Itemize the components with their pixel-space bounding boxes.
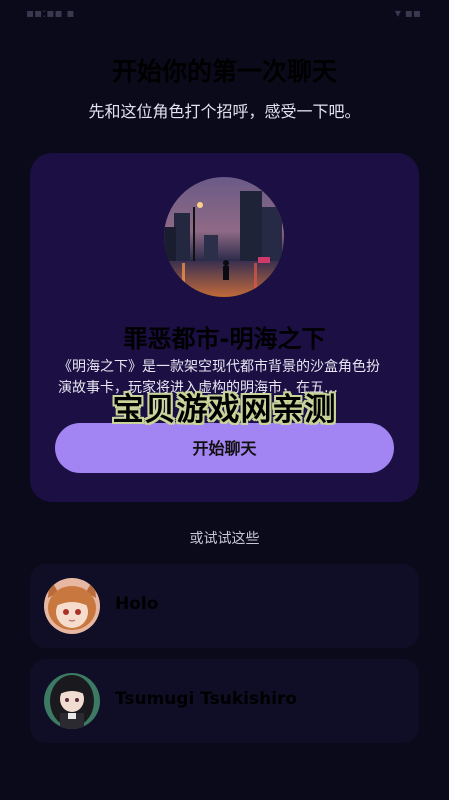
- status-icons: ▾ ▪▪: [394, 6, 421, 20]
- character-row-holo[interactable]: Holo: [30, 564, 419, 648]
- status-bar: ▪▪:▪▪ ▪ ▾ ▪▪: [0, 0, 449, 30]
- suggestions-label: 或试试这些: [189, 531, 260, 547]
- character-name: Holo: [115, 594, 159, 614]
- character-name: Tsumugi Tsukishiro: [115, 689, 298, 709]
- start-chat-button[interactable]: 开始聊天: [55, 423, 394, 473]
- featured-character-card: 罪恶都市-明海之下 《明海之下》是一款架空现代都市背景的沙盒角色扮演故事卡，玩家…: [30, 153, 419, 502]
- watermark-text: 宝贝游戏网亲测: [112, 392, 337, 428]
- featured-character-title: 罪恶都市-明海之下: [123, 325, 326, 353]
- page-subtitle: 先和这位角色打个招呼，感受一下吧。: [88, 102, 361, 121]
- tsumugi-avatar-icon: [44, 673, 100, 729]
- holo-avatar-icon: [44, 578, 100, 634]
- status-time: ▪▪:▪▪ ▪: [26, 6, 75, 20]
- character-row-tsumugi[interactable]: Tsumugi Tsukishiro: [30, 659, 419, 743]
- page-title: 开始你的第一次聊天: [111, 57, 337, 86]
- night-city-avatar-icon: [164, 177, 284, 297]
